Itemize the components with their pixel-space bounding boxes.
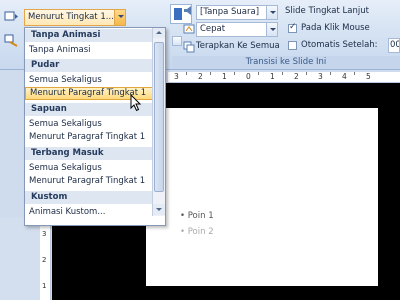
menu-item[interactable]: Semua Sekaligus bbox=[25, 162, 165, 175]
ruler-number: 2 bbox=[42, 256, 47, 264]
on-mouse-click-checkbox[interactable] bbox=[288, 22, 297, 33]
ruler-number: 3 bbox=[42, 230, 47, 238]
menu-item[interactable]: Semua Sekaligus bbox=[25, 118, 165, 131]
slide-thumbnail-pane[interactable] bbox=[0, 218, 40, 300]
animate-icon[interactable] bbox=[4, 10, 19, 23]
ruler-number: 2 bbox=[198, 72, 203, 81]
speed-value: Cepat bbox=[200, 24, 226, 34]
sound-value: [Tanpa Suara] bbox=[200, 7, 260, 17]
apply-all-icon bbox=[183, 41, 195, 53]
scroll-gallery-icon[interactable] bbox=[172, 36, 182, 46]
ruler-number: 2 bbox=[294, 72, 299, 81]
speed-icon bbox=[183, 24, 195, 34]
apply-all-button[interactable]: Terapkan Ke Semua bbox=[196, 41, 280, 51]
scroll-up-icon[interactable] bbox=[153, 28, 165, 38]
bullet-point[interactable]: • Poin 1 bbox=[180, 211, 214, 221]
menu-item[interactable]: Animasi Kustom... bbox=[25, 206, 165, 219]
ribbon-left-tools bbox=[0, 0, 26, 70]
sound-icon bbox=[184, 6, 191, 15]
ruler-number: 3 bbox=[174, 72, 179, 81]
chevron-down-icon[interactable] bbox=[266, 6, 277, 19]
ribbon-group-label: Transisi ke Slide Ini bbox=[172, 56, 400, 69]
slide[interactable] bbox=[146, 108, 378, 286]
ruler-number: 1 bbox=[270, 72, 275, 81]
automatic-after-value: 00 bbox=[390, 40, 400, 50]
vertical-ruler[interactable]: 3 2 1 bbox=[40, 218, 51, 300]
group-header: Tanpa Animasi bbox=[25, 29, 165, 42]
menu-item[interactable]: Tanpa Animasi bbox=[25, 44, 165, 57]
horizontal-ruler[interactable]: 3 2 1 0 1 2 3 4 5 bbox=[168, 72, 400, 83]
automatic-after-field[interactable]: 00 bbox=[388, 38, 400, 53]
transition-sound-dropdown[interactable]: [Tanpa Suara] bbox=[196, 5, 278, 20]
ruler-number: 5 bbox=[366, 72, 371, 81]
scroll-down-icon[interactable] bbox=[153, 204, 165, 215]
automatic-after-label: Otomatis Setelah: bbox=[301, 40, 378, 50]
animation-dropdown-menu: Tanpa Animasi Tanpa Animasi Pudar Semua … bbox=[24, 27, 166, 226]
scroll-thumb[interactable] bbox=[154, 42, 164, 192]
transition-speed-dropdown[interactable]: Cepat bbox=[196, 22, 278, 37]
chevron-down-icon[interactable] bbox=[266, 23, 277, 36]
on-mouse-click-label: Pada Klik Mouse bbox=[301, 23, 370, 33]
animation-trigger-dropdown[interactable]: Menurut Tingkat 1... bbox=[24, 9, 126, 26]
automatic-after-checkbox[interactable] bbox=[288, 41, 297, 50]
bullet-point[interactable]: • Poin 2 bbox=[180, 227, 214, 237]
ruler-number: 1 bbox=[42, 282, 47, 290]
group-header: Terbang Masuk bbox=[25, 147, 165, 160]
chevron-down-icon[interactable] bbox=[114, 10, 125, 25]
menu-item-highlighted[interactable]: Menurut Paragraf Tingkat 1 bbox=[25, 87, 165, 100]
ruler-number: 3 bbox=[318, 72, 323, 81]
advance-slide-heading: Slide Tingkat Lanjut bbox=[285, 6, 369, 16]
mouse-cursor-icon bbox=[130, 94, 142, 112]
menu-item[interactable]: Semua Sekaligus bbox=[25, 74, 165, 87]
group-header: Kustom bbox=[25, 191, 165, 204]
menu-item[interactable]: Menurut Paragraf Tingkat 1 bbox=[25, 175, 165, 188]
dropdown-scrollbar[interactable] bbox=[152, 28, 165, 216]
custom-animation-icon[interactable] bbox=[4, 34, 19, 47]
group-header: Sapuan bbox=[25, 103, 165, 116]
trigger-value: Menurut Tingkat 1... bbox=[28, 12, 114, 22]
menu-item[interactable]: Menurut Paragraf Tingkat 1 bbox=[25, 131, 165, 144]
ruler-number: 0 bbox=[246, 72, 251, 81]
ruler-number: 1 bbox=[222, 72, 227, 81]
ruler-number: 4 bbox=[342, 72, 347, 81]
group-header: Pudar bbox=[25, 59, 165, 72]
